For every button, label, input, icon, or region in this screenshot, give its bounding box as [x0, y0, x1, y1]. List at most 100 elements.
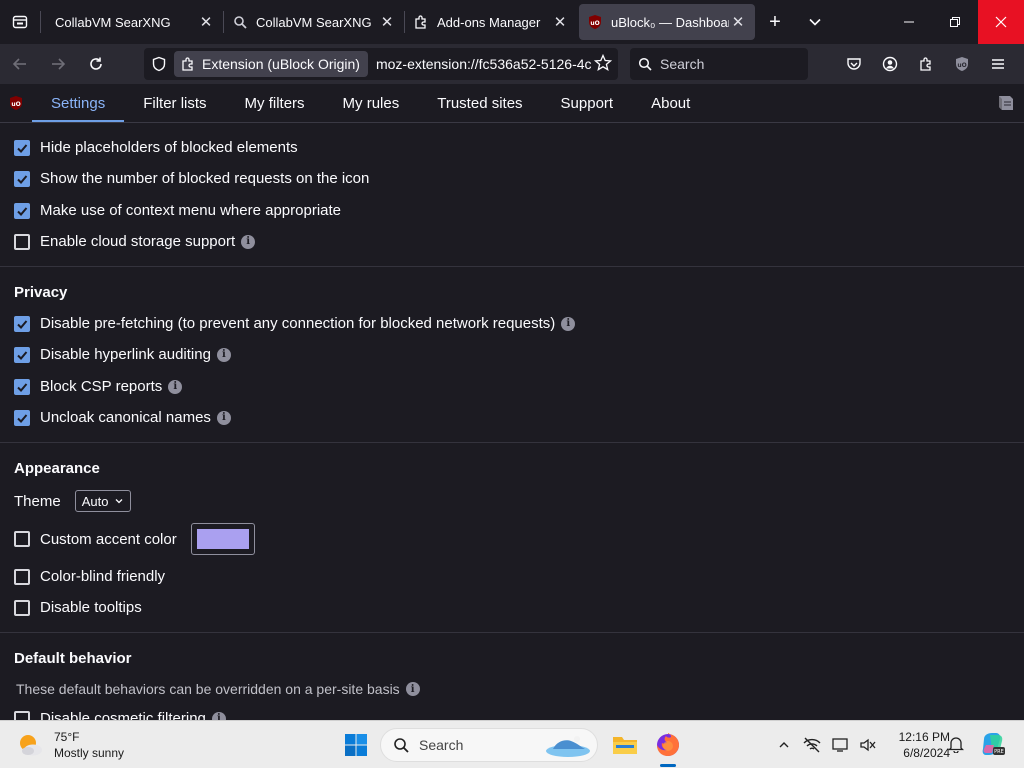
- info-icon[interactable]: i: [405, 682, 420, 696]
- close-window-button[interactable]: [978, 0, 1024, 44]
- ublock-toolbar-button[interactable]: uO: [944, 48, 980, 80]
- firefox-taskbar-button[interactable]: [652, 729, 684, 767]
- tab-trusted-sites[interactable]: Trusted sites: [418, 84, 541, 122]
- copilot-icon[interactable]: PRE: [980, 731, 1006, 762]
- tab-support[interactable]: Support: [542, 84, 633, 122]
- network-disconnected-icon[interactable]: [798, 735, 826, 755]
- tab-about[interactable]: About: [632, 84, 709, 122]
- tab-ublock-dashboard[interactable]: uO uBlock₀ — Dashboard ✕: [579, 4, 755, 40]
- checkbox-unchecked[interactable]: [14, 599, 30, 616]
- checkbox-checked[interactable]: [14, 139, 30, 156]
- tab-close-icon[interactable]: ✕: [551, 13, 569, 31]
- minimize-button[interactable]: [886, 0, 932, 44]
- bookmark-star-icon[interactable]: [593, 53, 613, 77]
- new-tab-button[interactable]: +: [755, 4, 795, 40]
- checkbox-unchecked[interactable]: [14, 233, 30, 250]
- setting-custom-accent[interactable]: Custom accent color: [14, 523, 255, 555]
- back-button[interactable]: [2, 48, 38, 80]
- checkbox-checked[interactable]: [14, 346, 30, 363]
- url-text[interactable]: moz-extension://fc536a52-5126-4c: [376, 56, 592, 72]
- tab-collabvm-searxng-1[interactable]: CollabVM SearXNG ✕: [41, 4, 223, 40]
- taskbar-search[interactable]: Search: [380, 728, 598, 762]
- setting-disable-tooltips[interactable]: Disable tooltips: [14, 599, 142, 616]
- reload-button[interactable]: [78, 48, 114, 80]
- tab-filter-lists[interactable]: Filter lists: [124, 84, 225, 122]
- clock-time: 12:16 PM: [898, 730, 950, 744]
- weather-temperature: 75°F: [54, 730, 80, 744]
- setting-disable-hyperlink-auditing[interactable]: Disable hyperlink auditing i: [14, 346, 231, 363]
- toolbar-right: uO: [836, 48, 1016, 80]
- extension-badge-label: Extension (uBlock Origin): [202, 56, 360, 72]
- theme-select[interactable]: Auto: [74, 490, 132, 512]
- setting-label: Disable hyperlink auditing: [40, 346, 211, 363]
- account-button[interactable]: [872, 48, 908, 80]
- forward-button[interactable]: [40, 48, 76, 80]
- search-icon: [638, 57, 652, 71]
- minimize-icon: [904, 21, 914, 23]
- tab-my-filters[interactable]: My filters: [226, 84, 324, 122]
- tab-close-icon[interactable]: ✕: [378, 13, 396, 31]
- setting-cloud-storage[interactable]: Enable cloud storage support i: [14, 233, 256, 250]
- info-icon[interactable]: i: [211, 711, 226, 720]
- tab-my-rules[interactable]: My rules: [324, 84, 419, 122]
- search-bar[interactable]: Search: [630, 48, 808, 80]
- clock[interactable]: 12:16 PM 6/8/2024: [880, 729, 950, 761]
- info-icon[interactable]: i: [241, 234, 256, 249]
- tab-close-icon[interactable]: ✕: [729, 13, 747, 31]
- section-divider: [0, 632, 1024, 633]
- setting-color-blind[interactable]: Color-blind friendly: [14, 568, 165, 585]
- setting-block-csp-reports[interactable]: Block CSP reports i: [14, 378, 183, 395]
- notification-bell-icon[interactable]: [947, 735, 965, 758]
- setting-hide-placeholders[interactable]: Hide placeholders of blocked elements: [14, 139, 298, 156]
- tab-settings[interactable]: Settings: [32, 84, 125, 122]
- file-explorer-button[interactable]: [609, 729, 641, 761]
- checkbox-checked[interactable]: [14, 315, 30, 332]
- setting-uncloak-cnames[interactable]: Uncloak canonical names i: [14, 409, 231, 426]
- theme-select-value: Auto: [81, 493, 109, 509]
- info-icon[interactable]: i: [561, 316, 576, 331]
- setting-label: Make use of context menu where appropria…: [40, 202, 342, 219]
- setting-show-blocked-count[interactable]: Show the number of blocked requests on t…: [14, 170, 369, 187]
- clock-date: 6/8/2024: [903, 746, 950, 760]
- checkbox-unchecked[interactable]: [14, 568, 30, 585]
- checkbox-checked[interactable]: [14, 409, 30, 426]
- restore-button[interactable]: [932, 0, 978, 44]
- list-all-tabs-button[interactable]: [795, 4, 835, 40]
- extension-identity-badge[interactable]: Extension (uBlock Origin): [174, 51, 368, 77]
- search-placeholder: Search: [660, 56, 705, 72]
- accent-color-picker[interactable]: [190, 523, 255, 555]
- puzzle-icon: [413, 14, 429, 30]
- checkbox-checked[interactable]: [14, 202, 30, 219]
- tab-label: Add-ons Manager: [437, 14, 541, 30]
- info-icon[interactable]: i: [216, 410, 231, 425]
- chevron-up-icon[interactable]: [770, 735, 798, 755]
- account-icon: [882, 56, 898, 72]
- setting-disable-cosmetic-filtering[interactable]: Disable cosmetic filtering i: [14, 710, 226, 720]
- checkbox-checked[interactable]: [14, 378, 30, 395]
- pocket-button[interactable]: [836, 48, 872, 80]
- info-icon[interactable]: i: [168, 379, 183, 394]
- address-bar[interactable]: Extension (uBlock Origin) moz-extension:…: [144, 48, 618, 80]
- extensions-button[interactable]: [908, 48, 944, 80]
- start-button[interactable]: [344, 733, 368, 762]
- svg-text:uO: uO: [11, 101, 20, 108]
- tracking-protection-icon[interactable]: [144, 56, 174, 72]
- firefox-view-button[interactable]: [0, 0, 40, 44]
- volume-muted-icon[interactable]: [854, 735, 882, 755]
- puzzle-icon: [920, 57, 931, 71]
- chevron-down-icon: [115, 499, 123, 504]
- weather-widget[interactable]: 75°F Mostly sunny: [16, 729, 124, 761]
- section-title-appearance: Appearance: [14, 460, 100, 477]
- tab-close-icon[interactable]: ✕: [197, 13, 215, 31]
- documentation-book-icon[interactable]: [996, 94, 1016, 117]
- checkbox-checked[interactable]: [14, 170, 30, 187]
- tab-collabvm-searxng-2[interactable]: CollabVM SearXNG ✕: [224, 4, 404, 40]
- display-icon[interactable]: [826, 735, 854, 755]
- info-icon[interactable]: i: [216, 347, 231, 362]
- setting-context-menu[interactable]: Make use of context menu where appropria…: [14, 202, 341, 219]
- checkbox-unchecked[interactable]: [14, 710, 30, 720]
- setting-disable-prefetching[interactable]: Disable pre-fetching (to prevent any con…: [14, 315, 576, 332]
- tab-addons-manager[interactable]: Add-ons Manager ✕: [405, 4, 577, 40]
- app-menu-button[interactable]: [980, 48, 1016, 80]
- checkbox-unchecked[interactable]: [14, 531, 30, 547]
